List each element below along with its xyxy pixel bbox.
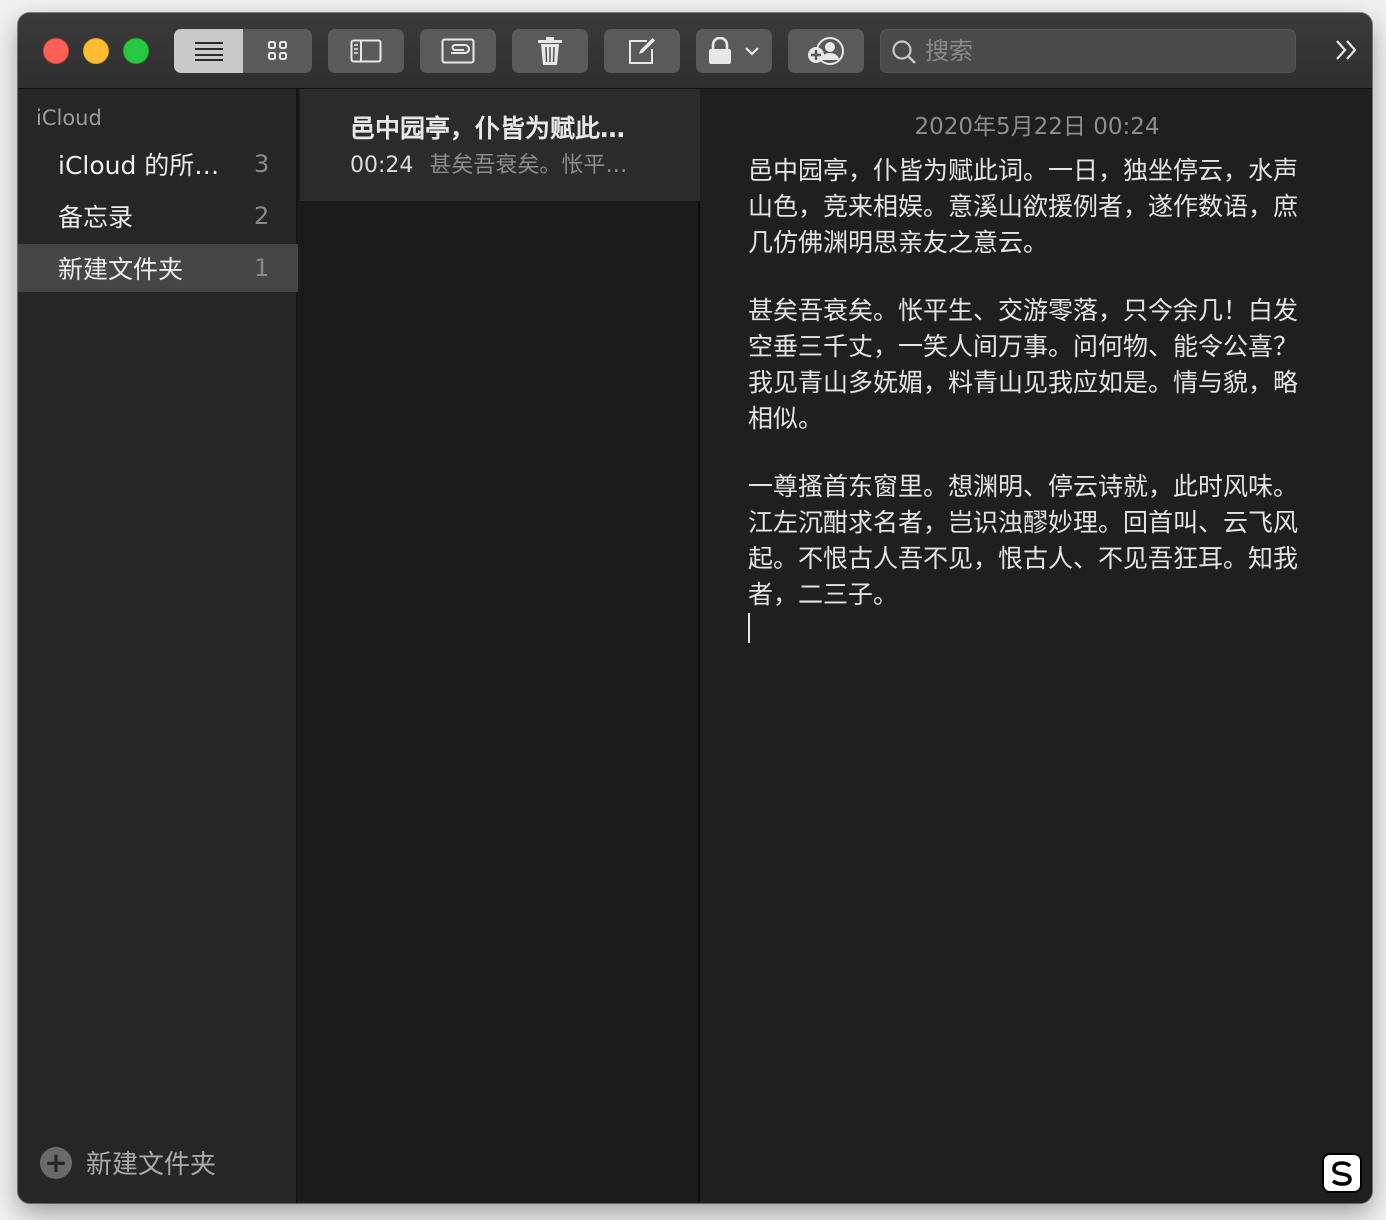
add-people-button[interactable] bbox=[788, 29, 864, 73]
search-input[interactable] bbox=[925, 37, 1285, 65]
folder-item-new-folder[interactable]: 新建文件夹 1 bbox=[18, 244, 298, 292]
folder-count: 2 bbox=[254, 202, 270, 230]
lock-icon bbox=[709, 37, 731, 64]
folder-count: 1 bbox=[254, 254, 270, 282]
zoom-window-button[interactable] bbox=[123, 38, 149, 64]
trash-icon bbox=[538, 37, 562, 65]
note-snippet: 甚矣吾衰矣。怅平… bbox=[429, 153, 628, 178]
input-method-badge-icon[interactable] bbox=[1322, 1153, 1362, 1193]
note-paragraph: 邑中园亭，仆皆为赋此词。一日，独坐停云，水声山色，竞来相娱。意溪山欲援例者，遂作… bbox=[748, 156, 1299, 257]
lock-note-button[interactable] bbox=[696, 29, 772, 73]
toolbar bbox=[18, 13, 1372, 89]
folder-name: 备忘录 bbox=[58, 203, 134, 232]
delete-note-button[interactable] bbox=[512, 29, 588, 73]
close-window-button[interactable] bbox=[43, 38, 69, 64]
new-folder-button[interactable]: + 新建文件夹 bbox=[40, 1144, 216, 1181]
add-people-icon bbox=[808, 37, 844, 65]
note-paragraph: 一尊搔首东窗里。想渊明、停云诗就，此时风味。江左沉酣求名者，岂识浊醪妙理。回首叫… bbox=[748, 472, 1299, 609]
search-icon bbox=[892, 40, 916, 64]
folders-sidebar: iCloud iCloud 的所… 3 备忘录 2 新建文件夹 1 + 新建文件… bbox=[18, 89, 298, 1203]
note-date: 2020年5月22日 00:24 bbox=[914, 114, 1160, 140]
text-cursor bbox=[748, 613, 750, 643]
notes-window: iCloud iCloud 的所… 3 备忘录 2 新建文件夹 1 + 新建文件… bbox=[18, 13, 1372, 1203]
folder-item-notes[interactable]: 备忘录 2 bbox=[18, 192, 298, 240]
compose-icon bbox=[629, 38, 655, 64]
account-header: iCloud bbox=[36, 106, 102, 130]
folder-name: iCloud 的所… bbox=[58, 151, 220, 180]
note-editor[interactable]: 2020年5月22日 00:24 邑中园亭，仆皆为赋此词。一日，独坐停云，水声山… bbox=[702, 89, 1372, 1203]
note-meta: 00:24 甚矣吾衰矣。怅平… bbox=[350, 147, 627, 179]
plus-circle-icon: + bbox=[40, 1146, 72, 1179]
new-folder-label: 新建文件夹 bbox=[86, 1150, 217, 1180]
s-logo-icon bbox=[1331, 1161, 1352, 1186]
attachment-browser-icon bbox=[441, 38, 475, 64]
list-view-button[interactable] bbox=[174, 29, 243, 73]
notes-list: 邑中园亭，仆皆为赋此… 00:24 甚矣吾衰矣。怅平… bbox=[300, 89, 700, 1203]
gallery-view-icon bbox=[267, 41, 287, 60]
toolbar-overflow-icon[interactable] bbox=[1334, 39, 1360, 61]
attachments-button[interactable] bbox=[420, 29, 496, 73]
folder-name: 新建文件夹 bbox=[58, 255, 184, 284]
note-body[interactable]: 邑中园亭，仆皆为赋此词。一日，独坐停云，水声山色，竞来相娱。意溪山欲援例者，遂作… bbox=[748, 153, 1320, 645]
note-time: 00:24 bbox=[350, 153, 414, 178]
note-list-item[interactable]: 邑中园亭，仆皆为赋此… 00:24 甚矣吾衰矣。怅平… bbox=[300, 89, 700, 201]
gallery-view-button[interactable] bbox=[243, 29, 312, 73]
new-note-button[interactable] bbox=[604, 29, 680, 73]
chevron-down-icon bbox=[745, 47, 759, 56]
toggle-sidebar-button[interactable] bbox=[328, 29, 404, 73]
folder-count: 3 bbox=[254, 150, 270, 178]
folder-item-icloud-all[interactable]: iCloud 的所… 3 bbox=[18, 140, 298, 188]
note-title: 邑中园亭，仆皆为赋此… bbox=[350, 114, 626, 143]
view-mode-segmented-control bbox=[174, 29, 312, 73]
search-field[interactable] bbox=[880, 29, 1296, 73]
sidebar-icon bbox=[350, 39, 382, 63]
note-paragraph: 甚矣吾衰矣。怅平生、交游零落，只今余几！白发空垂三千丈，一笑人间万事。问何物、能… bbox=[748, 296, 1299, 433]
list-view-icon bbox=[194, 42, 223, 61]
minimize-window-button[interactable] bbox=[83, 38, 109, 64]
